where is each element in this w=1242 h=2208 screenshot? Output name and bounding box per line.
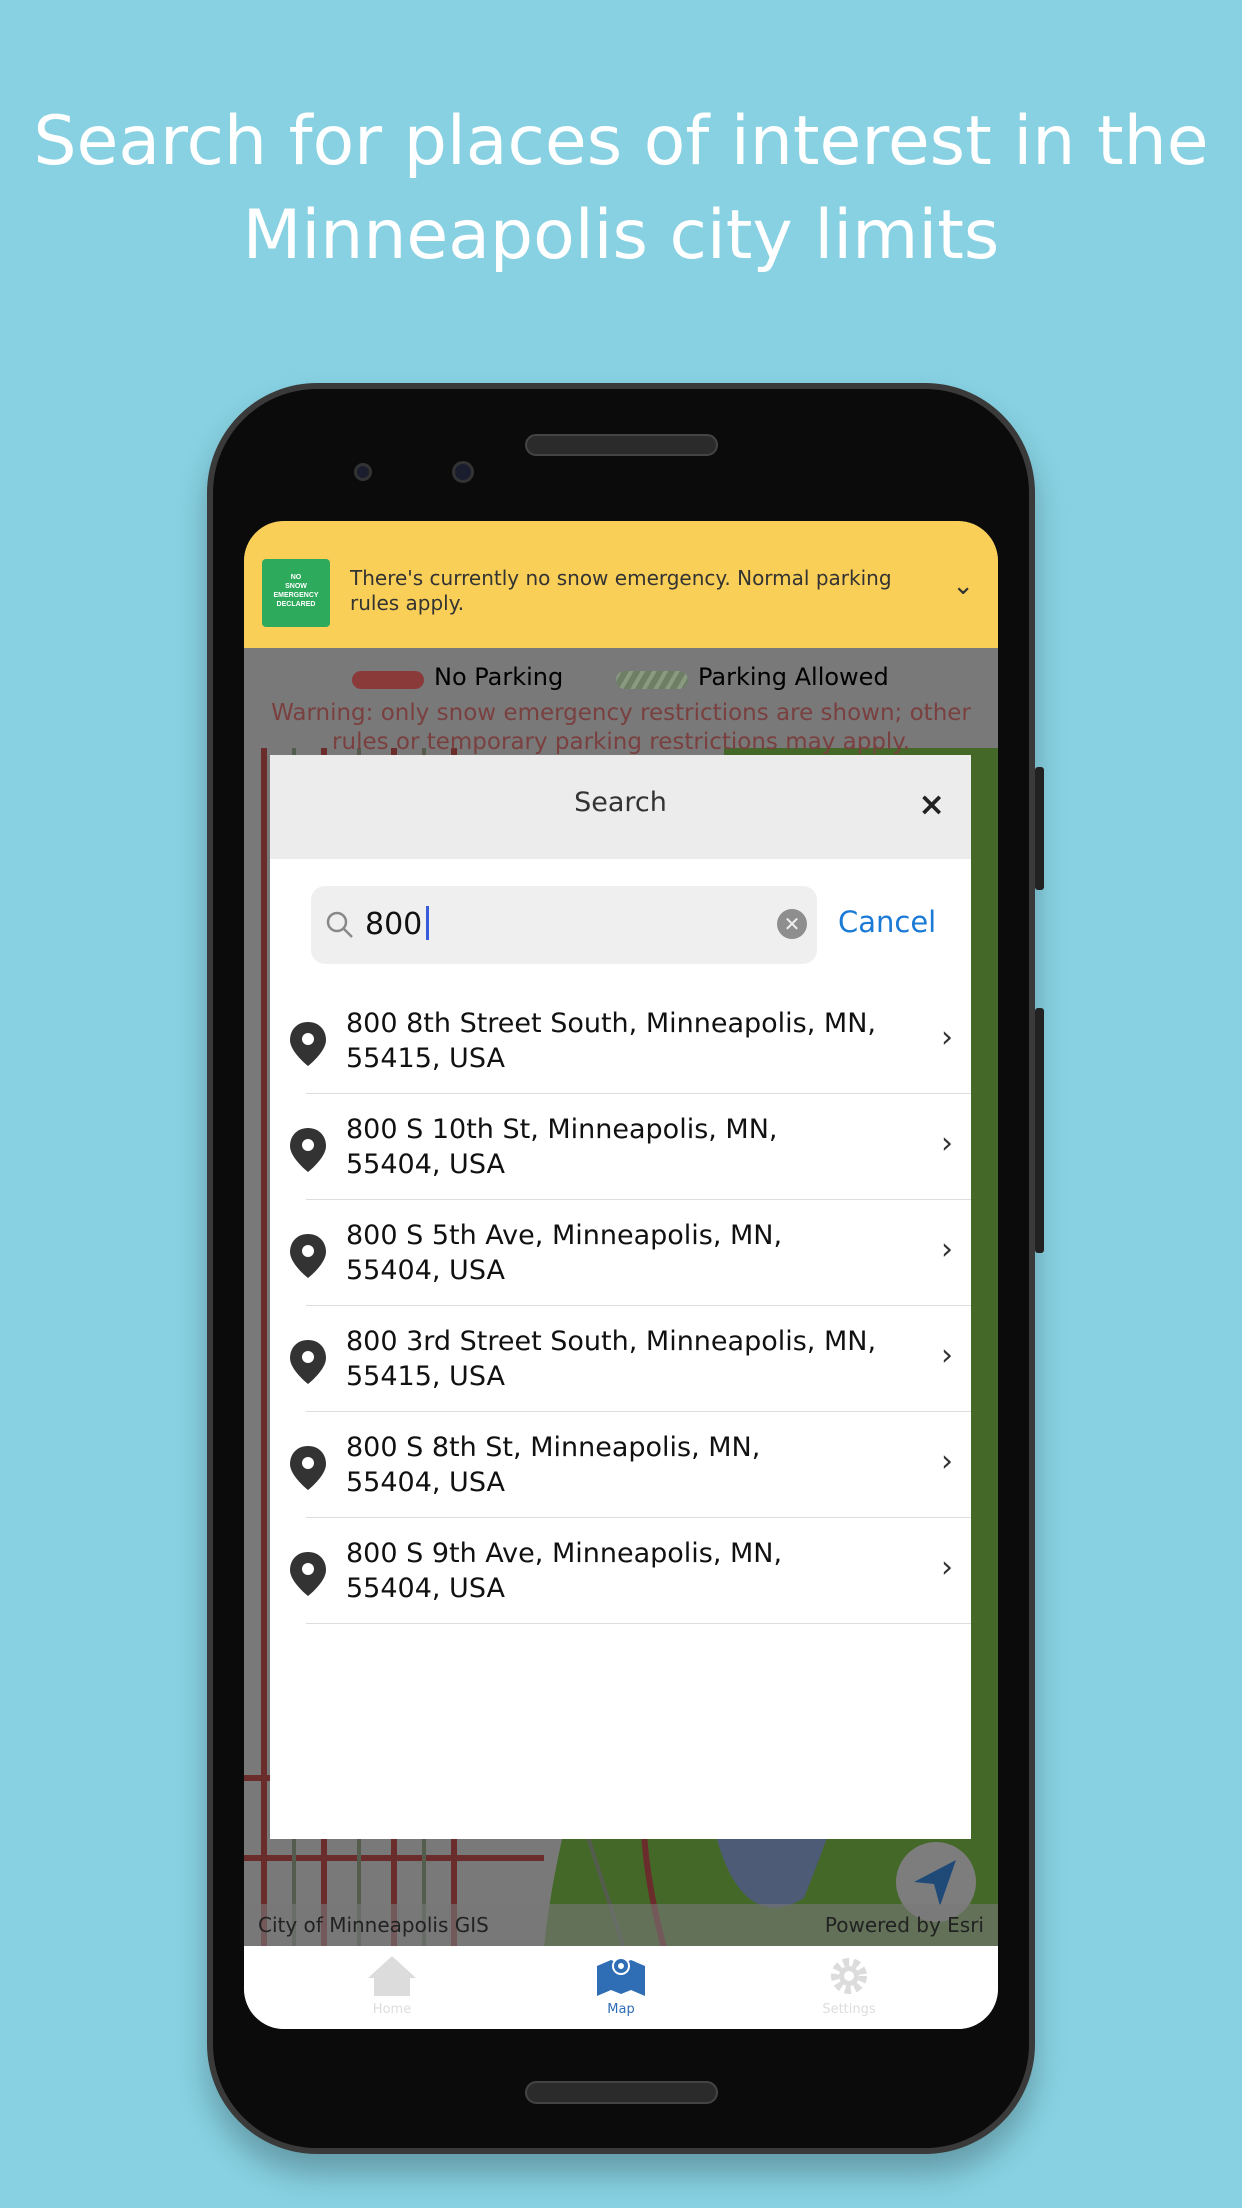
result-address-line-2: 55415, USA: [346, 1361, 505, 1392]
tab-map[interactable]: Map: [561, 1954, 681, 2017]
chevron-right-icon: ›: [941, 1338, 953, 1373]
result-address-line-1: 800 S 9th Ave, Minneapolis, MN,: [346, 1538, 783, 1569]
gear-icon: [831, 1958, 867, 1994]
chevron-right-icon: ›: [941, 1550, 953, 1585]
result-address: 800 3rd Street South, Minneapolis, MN, 55…: [346, 1324, 906, 1394]
volume-button: [1035, 1008, 1044, 1253]
empty-row: [270, 1758, 971, 1839]
result-address-line-2: 55404, USA: [346, 1573, 505, 1604]
search-icon: [326, 911, 353, 938]
search-input[interactable]: 800 ✕: [311, 886, 817, 964]
location-pin-icon: [290, 1340, 326, 1384]
no-parking-swatch: [352, 671, 424, 689]
result-address: 800 S 10th St, Minneapolis, MN, 55404, US…: [346, 1112, 906, 1182]
location-pin-icon: [290, 1128, 326, 1172]
result-address: 800 S 5th Ave, Minneapolis, MN, 55404, US…: [346, 1218, 906, 1288]
map-icon: [597, 1957, 645, 1996]
banner-message: There's currently no snow emergency. Nor…: [350, 566, 892, 615]
search-result-row[interactable]: 800 8th Street South, Minneapolis, MN, 55…: [270, 988, 971, 1094]
search-result-row[interactable]: 800 S 10th St, Minneapolis, MN, 55404, US…: [270, 1094, 971, 1200]
result-address-line-1: 800 8th Street South, Minneapolis, MN,: [346, 1008, 876, 1039]
result-address: 800 8th Street South, Minneapolis, MN, 55…: [346, 1006, 906, 1076]
search-result-row[interactable]: 800 S 8th St, Minneapolis, MN, 55404, USA…: [270, 1412, 971, 1518]
parking-allowed-swatch: [616, 671, 688, 689]
tab-settings[interactable]: Settings: [789, 1954, 909, 2017]
headline-line-2: Minneapolis city limits: [242, 196, 1000, 275]
chevron-right-icon: ›: [941, 1444, 953, 1479]
result-address-line-1: 800 3rd Street South, Minneapolis, MN,: [346, 1326, 877, 1357]
cancel-button[interactable]: Cancel: [838, 905, 936, 939]
parking-allowed-label: Parking Allowed: [698, 663, 889, 691]
chevron-right-icon: ›: [941, 1232, 953, 1267]
text-caret: [426, 906, 430, 940]
search-dialog: Search × 800 ✕ Cancel 800 8th Street Sou…: [270, 755, 971, 1839]
location-pin-icon: [290, 1022, 326, 1066]
close-icon[interactable]: ×: [918, 785, 945, 823]
restriction-warning: Warning: only snow emergency restriction…: [271, 700, 971, 755]
headline-line-1: Search for places of interest in the: [33, 102, 1209, 181]
tab-settings-label: Settings: [822, 2002, 876, 2017]
home-icon: [368, 1956, 416, 1996]
clear-search-icon[interactable]: ✕: [777, 909, 807, 939]
result-address-line-2: 55404, USA: [346, 1255, 505, 1286]
tab-bar: Home Map Settings: [244, 1946, 998, 2029]
chevron-right-icon: ›: [941, 1020, 953, 1055]
chevron-right-icon: ›: [941, 1126, 953, 1161]
row-divider: [306, 1623, 971, 1624]
top-speaker: [525, 434, 718, 456]
location-pin-icon: [290, 1234, 326, 1278]
search-result-row[interactable]: 800 S 5th Ave, Minneapolis, MN, 55404, US…: [270, 1200, 971, 1306]
result-address-line-1: 800 S 5th Ave, Minneapolis, MN,: [346, 1220, 783, 1251]
parking-legend: No Parking Parking Allowed: [244, 659, 998, 699]
result-address-line-2: 55404, USA: [346, 1149, 505, 1180]
headline: Search for places of interest in the Min…: [0, 95, 1242, 283]
search-result-row[interactable]: 800 S 9th Ave, Minneapolis, MN, 55404, US…: [270, 1518, 971, 1624]
tab-home-label: Home: [372, 2002, 412, 2017]
result-address-line-2: 55404, USA: [346, 1467, 505, 1498]
result-address-line-1: 800 S 8th St, Minneapolis, MN,: [346, 1432, 761, 1463]
no-snow-emergency-sign-icon: NO SNOW EMERGENCY DECLARED: [262, 559, 330, 627]
search-result-row[interactable]: 800 3rd Street South, Minneapolis, MN, 55…: [270, 1306, 971, 1412]
chevron-down-icon[interactable]: ⌄: [952, 571, 974, 601]
search-dialog-header: Search ×: [270, 755, 971, 859]
result-address: 800 S 8th St, Minneapolis, MN, 55404, USA: [346, 1430, 906, 1500]
search-query: 800: [365, 907, 423, 942]
map-attribution: City of Minneapolis GIS Powered by Esri: [244, 1904, 998, 1946]
location-pin-icon: [290, 1552, 326, 1596]
sensor: [354, 463, 372, 481]
snow-emergency-banner[interactable]: NO SNOW EMERGENCY DECLARED There's currentl…: [244, 521, 998, 648]
front-camera: [452, 461, 474, 483]
no-parking-label: No Parking: [434, 663, 564, 691]
power-button: [1035, 767, 1044, 890]
result-address-line-2: 55415, USA: [346, 1043, 505, 1074]
app-screen: NO SNOW EMERGENCY DECLARED There's currentl…: [244, 521, 998, 2029]
tab-map-label: Map: [607, 2002, 635, 2017]
result-address: 800 S 9th Ave, Minneapolis, MN, 55404, US…: [346, 1536, 906, 1606]
bottom-speaker: [525, 2081, 718, 2104]
tab-home[interactable]: Home: [332, 1954, 452, 2017]
attribution-right: Powered by Esri: [824, 1913, 984, 1937]
result-address-line-1: 800 S 10th St, Minneapolis, MN,: [346, 1114, 778, 1145]
search-dialog-title: Search: [574, 787, 667, 818]
attribution-left: City of Minneapolis GIS: [258, 1913, 489, 1937]
location-pin-icon: [290, 1446, 326, 1490]
